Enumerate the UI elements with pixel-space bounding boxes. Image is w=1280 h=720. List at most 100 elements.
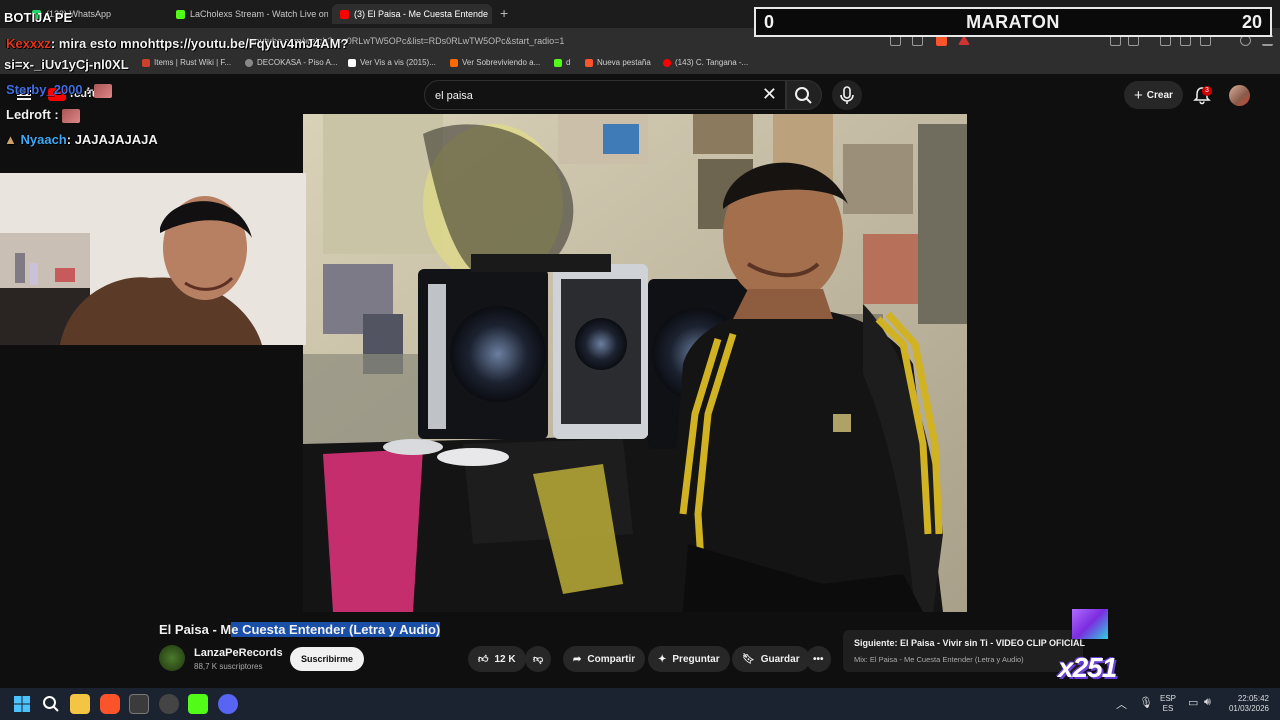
chat-message: si=x-_iUv1yCj-nl0XL	[4, 57, 129, 72]
chat-username: Sterby_2000	[6, 82, 83, 97]
save-button[interactable]: 🔖︎ Guardar	[732, 646, 810, 672]
bookmark-nueva-pestana[interactable]: Nueva pestaña	[585, 58, 651, 67]
windows-start-icon[interactable]	[12, 694, 32, 714]
volume-icon[interactable]: 🔊︎	[1204, 696, 1211, 709]
chat-text: si=x-_iUv1yCj-nl0XL	[4, 57, 129, 72]
chevron-up-icon[interactable]: ︿	[1116, 696, 1127, 712]
tab-label: LaCholexs Stream - Watch Live on Ki	[190, 9, 328, 19]
bookmark-vis-a-vis[interactable]: Ver Vis a vis (2015)...	[348, 58, 436, 67]
video-title: El Paisa - Me Cuesta Entender (Letra y A…	[159, 622, 441, 637]
search-button[interactable]	[786, 80, 822, 110]
voice-search-button[interactable]	[832, 80, 862, 110]
share-button[interactable]: ➦ Compartir	[563, 646, 646, 672]
chat-text: : mira esto mnohttps://youtu.be/Fqyuv4mJ…	[50, 36, 349, 51]
create-button[interactable]: + Crear	[1124, 81, 1183, 109]
chat-username: BOTIJA PE	[4, 10, 73, 25]
search-icon[interactable]	[41, 694, 61, 714]
windows-taskbar: ︿ 🎙︎ ESP ES ▭ 🔊︎ 22:05:42 01/03/2026	[0, 688, 1280, 720]
channel-name[interactable]: LanzaPeRecords	[194, 647, 283, 659]
save-label: Guardar	[760, 653, 800, 665]
bookmark-sobreviviendo[interactable]: Ver Sobreviviendo a...	[450, 58, 540, 67]
video-frame	[303, 114, 967, 612]
clock-time: 22:05:42	[1237, 694, 1269, 703]
language-code: ESP	[1160, 694, 1177, 703]
search-box: ✕	[424, 80, 786, 110]
emote-icon	[94, 83, 113, 98]
bookmark-d[interactable]: d	[554, 58, 570, 67]
video-player[interactable]	[303, 114, 967, 612]
chat-text: :	[86, 82, 91, 97]
channel-avatar[interactable]	[159, 645, 185, 671]
ask-button[interactable]: ✦ Preguntar	[648, 646, 730, 672]
notification-count-badge: 3	[1202, 86, 1212, 96]
bookmark-label: Items | Rust Wiki | F...	[154, 58, 232, 67]
kick-icon[interactable]	[188, 694, 208, 714]
new-tab-button[interactable]: +	[500, 5, 508, 21]
account-avatar[interactable]	[1229, 85, 1250, 106]
brave-browser-icon[interactable]	[100, 694, 120, 714]
search-icon	[795, 87, 812, 104]
more-horizontal-icon: •••	[813, 653, 824, 665]
chat-message: Sterby_2000 :	[6, 82, 113, 98]
thumbs-up-icon: 👍︎	[478, 654, 489, 665]
chat-text: : JAJAJAJAJA	[66, 132, 158, 147]
microphone-icon	[840, 86, 854, 104]
bookmark-rust-wiki[interactable]: Items | Rust Wiki | F...	[142, 58, 231, 67]
video-title-text: El Paisa - M	[159, 622, 232, 637]
chat-message: Ledroft :	[6, 107, 81, 123]
clear-search-icon[interactable]: ✕	[762, 84, 777, 105]
bookmark-label: DECOKASA - Piso A...	[257, 58, 338, 67]
up-next-card[interactable]: Siguiente: El Paisa - Vivir sin Ti - VID…	[843, 630, 1086, 672]
tab-youtube-video[interactable]: (3) El Paisa - Me Cuesta Entende ×	[332, 4, 492, 24]
file-explorer-icon[interactable]	[70, 694, 90, 714]
youtube-header: YouTube ✕ + Crear 3	[0, 76, 1280, 114]
subscribe-button[interactable]: Suscribirme	[290, 647, 365, 671]
chat-username: Kexxxz	[6, 36, 51, 51]
scoreboard-right-value: 20	[1241, 12, 1262, 32]
multiplier-counter: x251	[1058, 652, 1117, 683]
keyboard-layout: ES	[1162, 704, 1174, 713]
bookmark-decokasa[interactable]: DECOKASA - Piso A...	[245, 58, 337, 67]
bookmark-label: (143) C. Tangana -...	[675, 58, 749, 67]
overlay-mascot-icon	[1072, 609, 1108, 639]
kick-icon	[176, 9, 185, 19]
brave-icon	[585, 58, 593, 67]
clock[interactable]: 22:05:42 01/03/2026	[1225, 694, 1269, 714]
globe-icon	[245, 58, 253, 67]
language-indicator[interactable]: ESP ES	[1160, 694, 1176, 714]
scoreboard-left-value: 0	[764, 12, 775, 32]
share-label: Compartir	[587, 653, 636, 665]
network-icon[interactable]: ▭	[1188, 696, 1198, 709]
discord-icon[interactable]	[218, 694, 238, 714]
chat-message: Kexxxz: mira esto mnohttps://youtu.be/Fq…	[6, 36, 348, 51]
youtube-icon	[663, 58, 671, 67]
microphone-icon[interactable]: 🎙︎	[1139, 696, 1153, 709]
chat-message: ▲ Nyaach: JAJAJAJAJA	[4, 132, 158, 147]
bookmark-icon: 🔖︎	[742, 653, 755, 665]
search-input[interactable]	[435, 87, 735, 105]
like-button[interactable]: 👍︎ 12 K	[468, 646, 526, 672]
bookmarks-bar: Items | Rust Wiki | F... DECOKASA - Piso…	[0, 54, 1280, 74]
bookmark-c-tangana[interactable]: (143) C. Tangana -...	[663, 58, 748, 67]
up-next-title: Siguiente: El Paisa - Vivir sin Ti - VID…	[854, 638, 1086, 648]
bookmark-label: d	[566, 58, 571, 67]
like-count: 12 K	[494, 653, 516, 665]
globe-icon	[142, 58, 150, 67]
webcam-frame	[0, 173, 306, 345]
up-next-subtitle: Mix: El Paisa - Me Cuesta Entender (Letr…	[854, 655, 1024, 664]
thumbs-down-icon: 👎︎	[533, 654, 544, 665]
badge-icon: ▲	[4, 132, 17, 147]
subscriber-count: 88,7 K suscriptores	[194, 662, 263, 671]
dislike-button[interactable]: 👎︎	[525, 646, 552, 672]
bookmark-label: Ver Vis a vis (2015)...	[360, 58, 436, 67]
chat-username: Nyaach	[20, 132, 67, 147]
obs-icon[interactable]	[129, 694, 149, 714]
more-actions-button[interactable]: •••	[806, 646, 831, 672]
sparkle-icon: ✦	[658, 653, 667, 665]
tab-label: (3) El Paisa - Me Cuesta Entende	[354, 9, 489, 19]
marathon-scoreboard: MARATON 0 20	[754, 7, 1272, 37]
tab-kick-stream[interactable]: LaCholexs Stream - Watch Live on Ki	[168, 4, 328, 24]
kick-icon	[554, 58, 562, 67]
plus-icon: +	[1134, 86, 1143, 104]
steam-icon[interactable]	[159, 694, 179, 714]
